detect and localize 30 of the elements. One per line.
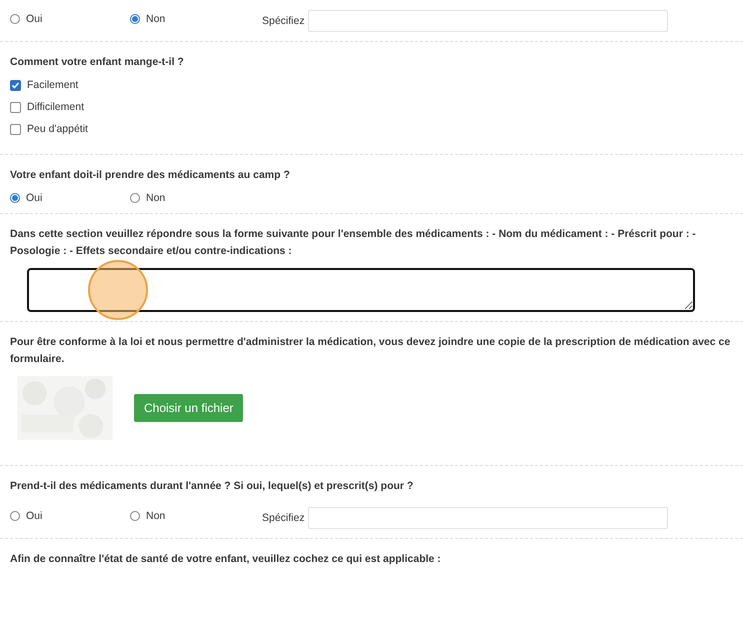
radio-button[interactable] [10, 14, 20, 24]
checkbox[interactable] [10, 80, 21, 90]
option-label: Oui [26, 13, 42, 25]
option-label: Oui [26, 510, 42, 522]
question-text: Dans cette section veuillez répondre sous la forme suivante pour l'ensemble des médicaments : - Nom du médicament : - Préscrit pour : - Posologie : - Effets secondaire et/ou contre-indications : [10, 227, 697, 259]
option-label: Peu d'appétit [27, 123, 88, 135]
checkbox[interactable] [10, 102, 21, 112]
radio-button[interactable] [10, 511, 20, 521]
option-label: Facilement [27, 79, 78, 91]
question-text: Comment votre enfant mange-t-il ? [10, 55, 185, 70]
option-label: Non [146, 192, 166, 204]
option-label: Non [146, 13, 166, 25]
question-text: Prend-t-il des médicaments durant l'année ? Si oui, lequel(s) et prescrit(s) pour ? [10, 479, 414, 494]
radio-button[interactable] [130, 511, 140, 521]
question-text: Votre enfant doit-il prendre des médicaments au camp ? [10, 168, 291, 183]
radio-button[interactable] [10, 193, 20, 203]
specify-field[interactable] [308, 10, 668, 32]
specify-field[interactable] [308, 507, 668, 529]
radio-button[interactable] [130, 14, 140, 24]
specify-label: Spécifiez [262, 15, 305, 27]
choose-file-button[interactable]: Choisir un fichier [134, 394, 244, 422]
option-label: Non [146, 510, 166, 522]
specify-label: Spécifiez [262, 512, 305, 524]
checkbox[interactable] [10, 124, 21, 134]
text-area[interactable] [27, 268, 695, 312]
option-label: Difficilement [27, 101, 84, 113]
option-label: Oui [26, 192, 42, 204]
question-text: Afin de connaître l'état de santé de votre enfant, veuillez cochez ce qui est applicable : [10, 552, 442, 567]
radio-button[interactable] [130, 193, 140, 203]
question-text: Pour être conforme à la loi et nous permettre d'administrer la médication, vous devez joindre une copie de la prescription de médication avec ce formulaire. [10, 335, 732, 367]
